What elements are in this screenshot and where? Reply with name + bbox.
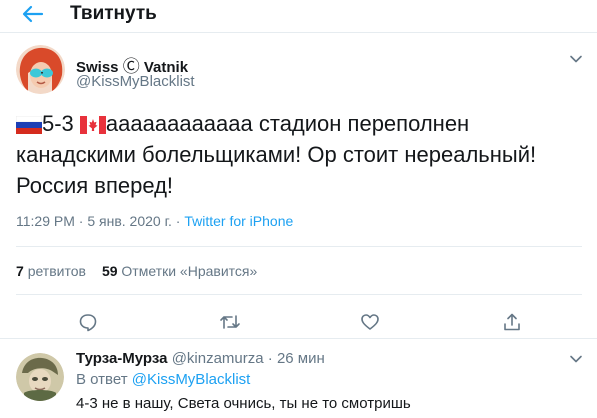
tweet-date[interactable]: 5 янв. 2020 г. xyxy=(87,213,172,229)
page-title: Твитнуть xyxy=(70,3,157,24)
retweet-icon xyxy=(220,315,240,329)
share-icon xyxy=(504,313,520,331)
likes-count: 59 xyxy=(101,263,118,279)
reply-text: 4-3 не в нашу, Света очнись, ты не то см… xyxy=(76,395,411,412)
meta-separator: · xyxy=(78,213,84,229)
tweet-actions xyxy=(0,310,597,334)
reply-time[interactable]: 26 мин xyxy=(277,350,325,367)
reply-icon xyxy=(79,314,97,332)
replying-to-handle[interactable]: @KissMyBlacklist xyxy=(132,371,251,388)
tweet-stats: 7 ретвитов 59 Отметки «Нравится» xyxy=(16,263,257,279)
meta-separator: · xyxy=(175,213,181,229)
reply-dot: · xyxy=(267,350,273,367)
divider xyxy=(16,294,582,295)
like-button[interactable] xyxy=(358,310,382,334)
like-icon xyxy=(361,314,379,330)
tweet-time[interactable]: 11:29 PM xyxy=(16,213,75,229)
author-avatar[interactable] xyxy=(16,45,65,94)
reply-author-handle[interactable]: @kinzamurza xyxy=(172,350,264,367)
author-handle[interactable]: @KissMyBlacklist xyxy=(76,73,195,90)
chevron-down-icon[interactable] xyxy=(568,51,584,67)
chevron-down-icon[interactable] xyxy=(568,351,584,367)
retweet-button[interactable] xyxy=(218,310,242,334)
replying-to-label: В ответ xyxy=(76,371,128,388)
tweet-score: 5-3 xyxy=(42,111,74,136)
divider xyxy=(16,246,582,247)
retweets-count: 7 xyxy=(16,263,24,279)
replying-to: В ответ @KissMyBlacklist xyxy=(76,371,250,388)
tweet-meta: 11:29 PM · 5 янв. 2020 г. · Twitter for … xyxy=(16,213,293,229)
tweet-source[interactable]: Twitter for iPhone xyxy=(184,213,293,229)
reply-tweet[interactable]: Турза-Мурза @kinzamurza · 26 мин В ответ… xyxy=(0,338,597,418)
likes-label: Отметки «Нравится» xyxy=(121,263,258,279)
share-button[interactable] xyxy=(500,310,524,334)
reply-button[interactable] xyxy=(76,310,100,334)
page-header: Твитнуть xyxy=(0,0,597,33)
likes-stat[interactable]: 59 Отметки «Нравится» xyxy=(102,263,257,279)
retweets-stat[interactable]: 7 ретвитов xyxy=(16,263,86,279)
russia-flag-icon xyxy=(16,116,42,134)
reply-author-name[interactable]: Турза-Мурза xyxy=(76,350,168,367)
retweets-label: ретвитов xyxy=(27,263,86,279)
canada-flag-icon xyxy=(79,116,106,134)
reply-avatar[interactable] xyxy=(16,353,64,401)
arrow-left-icon xyxy=(22,5,44,23)
back-button[interactable] xyxy=(20,3,46,25)
tweet-text: 5-3 аааааааааааа стадион переполнен кана… xyxy=(16,108,586,201)
reply-header: Турза-Мурза @kinzamurza · 26 мин xyxy=(76,350,325,367)
